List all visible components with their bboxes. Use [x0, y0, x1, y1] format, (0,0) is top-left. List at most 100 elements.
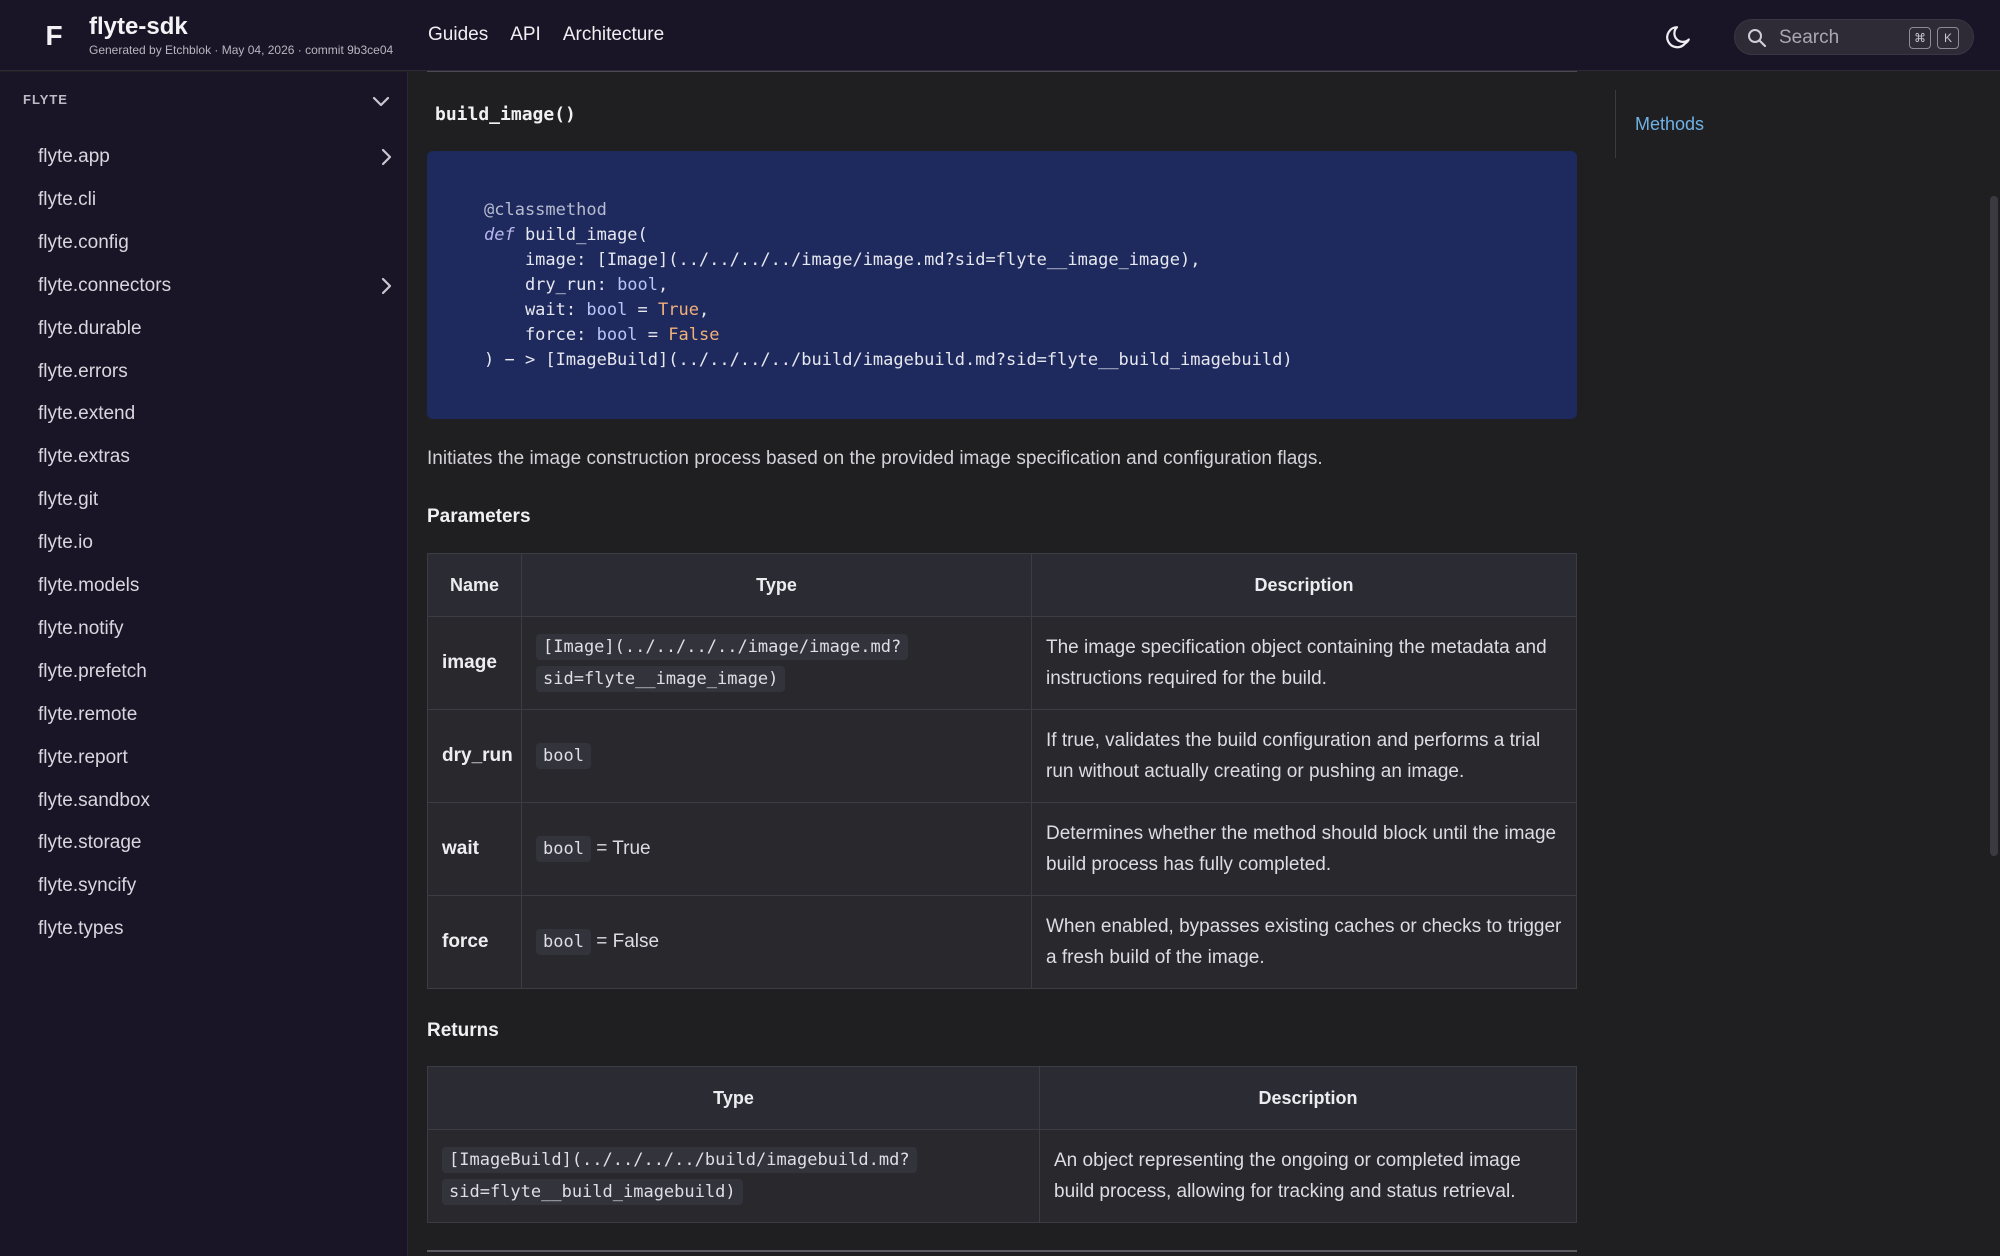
table-row: image [Image](../../../../image/image.md… — [427, 616, 1577, 710]
code-token: = — [637, 325, 669, 345]
site-title[interactable]: flyte-sdk — [89, 13, 188, 41]
sidebar: FLYTE flyte.app flyte.cli flyte.config flyt… — [0, 72, 408, 1256]
sidebar-item-label: flyte.prefetch — [38, 660, 147, 682]
sidebar-item-flyte-sandbox[interactable]: flyte.sandbox — [38, 786, 398, 816]
section-divider — [427, 1250, 1577, 1252]
sidebar-item-flyte-types[interactable]: flyte.types — [38, 914, 398, 944]
column-header-name: Name — [427, 553, 522, 617]
nav-guides[interactable]: Guides — [428, 24, 488, 46]
toc-link-methods[interactable]: Methods — [1635, 114, 1704, 135]
sidebar-item-label: flyte.syncify — [38, 875, 137, 897]
search-box[interactable]: Search ⌘ K — [1734, 19, 1974, 55]
chevron-right-icon[interactable] — [374, 145, 398, 169]
sidebar-item-label: flyte.app — [38, 146, 110, 167]
sidebar-item-label: flyte.types — [38, 918, 124, 940]
type-code: bool — [536, 743, 591, 769]
type-code: [ImageBuild](../../../../build/imagebuil… — [442, 1147, 917, 1173]
sidebar-item-flyte-app[interactable]: flyte.app — [38, 142, 398, 172]
sidebar-item-flyte-durable[interactable]: flyte.durable — [38, 314, 398, 344]
sidebar-item-label: flyte.config — [38, 231, 129, 253]
chevron-right-icon[interactable] — [374, 274, 398, 298]
type-code: sid=flyte__image_image) — [536, 666, 786, 692]
site-subtitle: Generated by Etchblok · May 04, 2026 · c… — [89, 43, 394, 57]
code-param-wait: wait: bool = True, — [484, 298, 1577, 323]
sidebar-item-flyte-io[interactable]: flyte.io — [38, 528, 398, 558]
param-default: = True — [596, 838, 651, 859]
returns-table: Type Description [ImageBuild](../../../.… — [427, 1066, 1577, 1223]
toc-rail — [1615, 90, 1616, 158]
theme-toggle-button[interactable] — [1663, 19, 1697, 53]
top-nav: Guides API Architecture — [428, 24, 686, 46]
logo[interactable]: F — [36, 18, 72, 54]
shortcut-key-cmd: ⌘ — [1909, 27, 1931, 49]
sidebar-item-flyte-extend[interactable]: flyte.extend — [38, 399, 398, 429]
sidebar-item-flyte-remote[interactable]: flyte.remote — [38, 700, 398, 730]
sidebar-item-label: flyte.report — [38, 746, 128, 768]
param-name: force — [427, 895, 522, 989]
sidebar-item-label: flyte.io — [38, 532, 93, 554]
code-token: , — [658, 275, 669, 295]
type-code: [Image](../../../../image/image.md? — [536, 634, 909, 660]
param-name: wait — [427, 802, 522, 896]
param-description: When enabled, bypasses existing caches o… — [1031, 895, 1577, 989]
param-description: Determines whether the method should blo… — [1031, 802, 1577, 896]
sidebar-item-flyte-storage[interactable]: flyte.storage — [38, 828, 398, 858]
sidebar-item-flyte-errors[interactable]: flyte.errors — [38, 357, 398, 387]
column-header-type: Type — [427, 1066, 1040, 1130]
return-type: [ImageBuild](../../../../build/imagebuil… — [427, 1129, 1040, 1223]
code-decorator: @classmethod — [484, 200, 607, 220]
sidebar-item-flyte-syncify[interactable]: flyte.syncify — [38, 871, 398, 901]
sidebar-item-flyte-extras[interactable]: flyte.extras — [38, 442, 398, 472]
code-param-image: image: [Image](../../../../image/image.m… — [484, 250, 1201, 270]
code-param-dry-run: dry_run: bool, — [484, 273, 1577, 298]
table-row: force bool = False When enabled, bypasse… — [427, 895, 1577, 989]
sidebar-item-label: flyte.errors — [38, 360, 128, 382]
page-scrollbar[interactable] — [1990, 196, 1998, 856]
sidebar-item-flyte-cli[interactable]: flyte.cli — [38, 185, 398, 215]
sidebar-item-flyte-connectors[interactable]: flyte.connectors — [38, 271, 398, 301]
code-const-token: True — [658, 300, 699, 320]
sidebar-item-label: flyte.notify — [38, 617, 124, 639]
param-default: = False — [596, 931, 660, 952]
top-divider — [427, 71, 1577, 72]
param-description: The image specification object containin… — [1031, 616, 1577, 710]
sidebar-item-flyte-report[interactable]: flyte.report — [38, 743, 398, 773]
code-return: ) − > [ImageBuild](../../../../build/ima… — [484, 350, 1293, 370]
code-token: wait: — [484, 300, 587, 320]
sidebar-section-title[interactable]: FLYTE — [23, 92, 68, 107]
moon-icon — [1666, 26, 1690, 49]
table-header-row: Name Type Description — [427, 553, 1577, 617]
code-token: = — [627, 300, 659, 320]
return-description: An object representing the ongoing or co… — [1039, 1129, 1577, 1223]
param-type: bool = True — [521, 802, 1032, 896]
table-row: dry_run bool If true, validates the buil… — [427, 709, 1577, 803]
param-type: [Image](../../../../image/image.md? sid=… — [521, 616, 1032, 710]
code-type-token: bool — [586, 300, 628, 320]
sidebar-item-flyte-config[interactable]: flyte.config — [38, 228, 398, 258]
search-placeholder: Search — [1779, 27, 1840, 48]
code-block: @classmethod def build_image( image: [Im… — [427, 151, 1577, 419]
table-row: [ImageBuild](../../../../build/imagebuil… — [427, 1129, 1577, 1223]
sidebar-item-flyte-models[interactable]: flyte.models — [38, 571, 398, 601]
sidebar-item-flyte-prefetch[interactable]: flyte.prefetch — [38, 657, 398, 687]
code-func-name: build_image( — [514, 225, 648, 245]
nav-architecture[interactable]: Architecture — [563, 24, 664, 46]
code-token: , — [698, 300, 710, 320]
sidebar-item-flyte-notify[interactable]: flyte.notify — [38, 614, 398, 644]
code-def-keyword: def — [484, 225, 515, 245]
sidebar-item-flyte-git[interactable]: flyte.git — [38, 485, 398, 515]
top-bar: F flyte-sdk Generated by Etchblok · May … — [0, 0, 2000, 71]
nav-api[interactable]: API — [510, 24, 541, 46]
code-param-force: force: bool = False — [484, 323, 1577, 348]
sidebar-item-label: flyte.git — [38, 489, 99, 511]
param-name: image — [427, 616, 522, 710]
column-header-description: Description — [1039, 1066, 1577, 1130]
code-type-token: bool — [617, 275, 659, 295]
column-header-description: Description — [1031, 553, 1577, 617]
chevron-down-icon[interactable] — [369, 89, 393, 113]
sidebar-item-label: flyte.cli — [38, 188, 97, 210]
param-description: If true, validates the build configurati… — [1031, 709, 1577, 803]
type-code: bool — [536, 836, 591, 862]
param-type: bool = False — [521, 895, 1032, 989]
parameters-table: Name Type Description image [Image](../.… — [427, 553, 1577, 989]
